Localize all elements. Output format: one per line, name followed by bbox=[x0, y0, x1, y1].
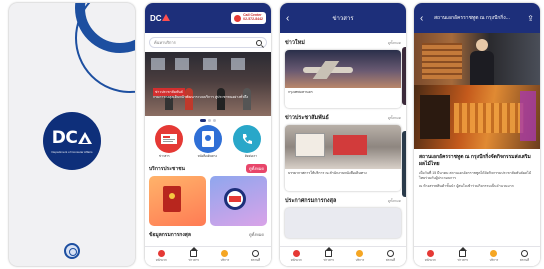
news-banner[interactable]: ข่าวประชาสัมพันธ์ กรมการกงสุลเดินหน้าพัฒ… bbox=[145, 52, 271, 116]
quick-label-contact: ติดต่อเรา bbox=[244, 154, 257, 158]
news-icon bbox=[325, 247, 334, 257]
app-logo: DC Department of Consular Affairs bbox=[43, 112, 101, 170]
phone-icon[interactable] bbox=[233, 125, 262, 153]
news-card-caption: บรรยากาศการให้บริการ ณ สำนักงานหนังสือเด… bbox=[288, 171, 367, 175]
phone-icon bbox=[234, 14, 242, 22]
article-header: ‹ สถานเอกอัครราชทูต ณ กรุงปักกิ่ง... ⇪ bbox=[414, 3, 540, 33]
article-screen: ‹ สถานเอกอัครราชทูต ณ กรุงปักกิ่ง... ⇪ ส… bbox=[414, 3, 540, 266]
section-title-services: บริการประชาชน bbox=[149, 165, 185, 172]
consular-card[interactable] bbox=[210, 176, 267, 226]
news-icon bbox=[459, 247, 468, 257]
section-title-latest: ข่าวใหม่ bbox=[285, 40, 305, 46]
tab-location[interactable]: สถานที่ bbox=[251, 250, 260, 263]
service-icon bbox=[356, 250, 364, 257]
back-icon[interactable]: ‹ bbox=[420, 13, 434, 24]
home-icon bbox=[157, 250, 165, 257]
service-icon bbox=[490, 250, 498, 257]
tab-home[interactable]: หน้าแรก bbox=[425, 250, 436, 263]
header-logo: DC bbox=[150, 13, 170, 23]
section-title-info: ข้อมูลกรมการกงสุล bbox=[149, 231, 191, 238]
page-title: ข่าวสาร bbox=[332, 16, 354, 22]
service-cards bbox=[145, 173, 271, 226]
tab-service[interactable]: บริการ bbox=[490, 250, 498, 263]
tab-home[interactable]: หน้าแรก bbox=[291, 250, 302, 263]
quick-label-passport: หนังสือเดินทาง bbox=[197, 154, 217, 158]
passport-card[interactable] bbox=[149, 176, 206, 226]
article-paragraph: เมื่อวันที่ 15 มีนาคม สถานเอกอัครราชทูตไ… bbox=[419, 171, 532, 181]
tab-bar: หน้าแรก ข่าวสาร บริการ สถานที่ bbox=[414, 246, 540, 266]
location-icon bbox=[251, 250, 259, 257]
home-screen: DC Call Center 02-572-8442 ค้นหาบริการ ข่… bbox=[145, 3, 271, 266]
see-all-services-button[interactable]: ดูทั้งหมด bbox=[245, 164, 267, 173]
article-paragraph: ณ ห้างสรรพสินค้าชั้นนำ ผู้สนใจเข้าร่วมกิ… bbox=[419, 183, 514, 188]
back-icon[interactable]: ‹ bbox=[286, 13, 300, 24]
news-header: ‹ ข่าวสาร bbox=[280, 3, 406, 33]
section-title-announce: ประกาศกรมการกงสุล bbox=[285, 198, 337, 204]
location-icon bbox=[386, 250, 394, 257]
news-screen: ‹ ข่าวสาร ข่าวใหม่ ดูทั้งหมด กรุงเทพมหาน… bbox=[280, 3, 406, 266]
search-placeholder: ค้นหาบริการ bbox=[154, 40, 176, 45]
call-center-number: 02-572-8442 bbox=[243, 17, 263, 21]
quick-menu bbox=[145, 125, 271, 153]
logo-text: DC bbox=[51, 128, 78, 148]
search-input[interactable]: ค้นหาบริการ bbox=[149, 37, 267, 48]
news-icon bbox=[190, 247, 199, 257]
call-center-button[interactable]: Call Center 02-572-8442 bbox=[231, 12, 266, 24]
tab-location[interactable]: สถานที่ bbox=[386, 250, 395, 263]
article-header-title: สถานเอกอัครราชทูต ณ กรุงปักกิ่ง... bbox=[434, 15, 510, 21]
section-title-pr: ข่าวประชาสัมพันธ์ bbox=[285, 115, 329, 121]
see-all-announce-button[interactable]: ดูทั้งหมด bbox=[388, 198, 401, 204]
passport-icon[interactable] bbox=[193, 125, 222, 153]
tab-news[interactable]: ข่าวสาร bbox=[188, 247, 199, 263]
news-card[interactable]: บรรยากาศการให้บริการ ณ สำนักงานหนังสือเด… bbox=[285, 125, 401, 191]
see-all-latest-button[interactable]: ดูทั้งหมด bbox=[388, 40, 401, 46]
tab-service[interactable]: บริการ bbox=[356, 250, 364, 263]
service-icon bbox=[221, 250, 229, 257]
tab-bar: หน้าแรก ข่าวสาร บริการ สถานที่ bbox=[145, 246, 271, 266]
news-icon[interactable] bbox=[154, 125, 183, 153]
article-photo bbox=[414, 85, 540, 149]
quick-label-news: ข่าวสาร bbox=[159, 154, 170, 158]
home-icon bbox=[292, 250, 300, 257]
news-card[interactable]: กรุงเทพมหานคร bbox=[285, 50, 401, 108]
home-header: DC Call Center 02-572-8442 bbox=[145, 3, 271, 33]
banner-caption: กรมการกงสุลเดินหน้าพัฒนาระบบบริการ สู่ปร… bbox=[153, 95, 249, 99]
splash-screen: DC Department of Consular Affairs bbox=[9, 3, 135, 266]
logo-subtitle: Department of Consular Affairs bbox=[51, 150, 93, 154]
quick-labels: ข่าวสาร หนังสือเดินทาง ติดต่อเรา bbox=[145, 154, 271, 159]
tab-home[interactable]: หน้าแรก bbox=[156, 250, 167, 263]
location-icon bbox=[520, 250, 528, 257]
tab-news[interactable]: ข่าวสาร bbox=[323, 247, 334, 263]
home-icon bbox=[426, 250, 434, 257]
article-photo bbox=[414, 33, 540, 85]
carousel-dots[interactable] bbox=[145, 119, 271, 122]
news-card[interactable] bbox=[285, 208, 401, 238]
fingerprint-icon[interactable] bbox=[64, 243, 80, 259]
tab-news[interactable]: ข่าวสาร bbox=[457, 247, 468, 263]
tab-bar: หน้าแรก ข่าวสาร บริการ สถานที่ bbox=[280, 246, 406, 266]
share-icon[interactable]: ⇪ bbox=[522, 14, 534, 23]
tab-service[interactable]: บริการ bbox=[221, 250, 229, 263]
see-all-pr-button[interactable]: ดูทั้งหมด bbox=[388, 115, 401, 121]
article-title: สถานเอกอัครราชทูต ณ กรุงปักกิ่งจัดกิจกรร… bbox=[419, 154, 531, 167]
tab-location[interactable]: สถานที่ bbox=[520, 250, 529, 263]
news-card-caption: กรุงเทพมหานคร bbox=[288, 90, 313, 94]
decor-swoosh bbox=[75, 3, 135, 93]
search-icon[interactable] bbox=[256, 39, 262, 46]
see-all-info-button[interactable]: ดูทั้งหมด bbox=[246, 230, 267, 239]
